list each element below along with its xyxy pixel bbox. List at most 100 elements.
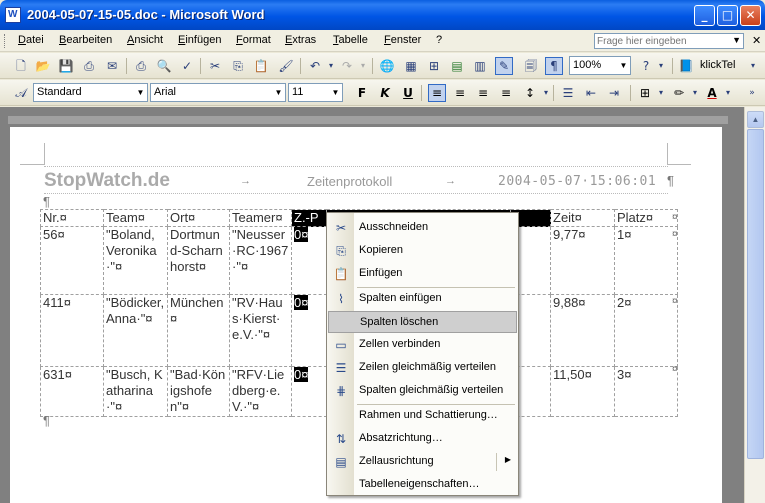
table-cell[interactable]: 411¤: [40, 294, 104, 367]
redo-dropdown-icon[interactable]: ▾: [354, 57, 372, 75]
style-combo[interactable]: Standard ▼: [33, 83, 148, 102]
table-cell[interactable]: 9,77¤: [550, 226, 615, 295]
document-close-button[interactable]: ✕: [752, 34, 761, 47]
scroll-up-icon[interactable]: ▲: [747, 111, 764, 128]
save-icon[interactable]: 💾: [57, 57, 75, 75]
menu-item-tabelleneigenschaften[interactable]: Tabelleneigenschaften…: [328, 474, 517, 496]
zoom-combo[interactable]: 100% ▼: [569, 56, 631, 75]
table-cell[interactable]: 56¤: [40, 226, 104, 295]
print-icon[interactable]: ⎙: [132, 57, 150, 75]
menu-item-spalten-verteilen[interactable]: ⋕ Spalten gleichmäßig verteilen: [328, 380, 517, 402]
spelling-icon[interactable]: ✓: [178, 57, 196, 75]
table-cell[interactable]: 9,88¤: [550, 294, 615, 367]
table-cell[interactable]: "Neusser·RC·1967·"¤: [229, 226, 292, 295]
selected-cell[interactable]: 0¤: [291, 366, 327, 417]
document-map-icon[interactable]: 🗐: [522, 57, 540, 75]
hyperlink-icon[interactable]: 🌐: [378, 57, 396, 75]
menu-ansicht[interactable]: Ansicht: [127, 34, 163, 46]
menu-datei[interactable]: Datei: [18, 34, 44, 46]
minimize-button[interactable]: _: [694, 5, 715, 26]
table-cell[interactable]: Team¤: [103, 209, 168, 227]
scroll-thumb[interactable]: [747, 129, 764, 459]
copy-icon[interactable]: ⎘: [229, 57, 247, 75]
table-cell[interactable]: Teamer¤: [229, 209, 292, 227]
menu-item-zeilen-verteilen[interactable]: ☰ Zeilen gleichmäßig verteilen: [328, 357, 517, 379]
font-combo[interactable]: Arial ▼: [150, 83, 286, 102]
insert-table-icon[interactable]: ⊞: [425, 57, 443, 75]
menu-item-rahmen-schattierung[interactable]: Rahmen und Schattierung…: [328, 405, 517, 427]
table-cell[interactable]: "Bödicker, Anna·"¤: [103, 294, 168, 367]
help-dropdown-icon[interactable]: ▼: [732, 35, 741, 45]
font-size-combo[interactable]: 11 ▼: [288, 83, 343, 102]
menu-tabelle[interactable]: Tabelle: [333, 34, 368, 46]
styles-pane-icon[interactable]: 𝒜: [12, 84, 30, 102]
columns-icon[interactable]: ▥: [471, 57, 489, 75]
align-left-icon[interactable]: ≡: [428, 84, 446, 102]
tables-borders-icon[interactable]: ▦: [402, 57, 420, 75]
print-preview-icon[interactable]: 🔍: [155, 57, 173, 75]
table-cell[interactable]: "Bad·Königshofen"¤: [167, 366, 230, 417]
help-dropdown-icon[interactable]: ▾: [652, 57, 670, 75]
menu-item-zellen-verbinden[interactable]: ▭ Zellen verbinden: [328, 334, 517, 356]
menu-item-spalten-einfuegen[interactable]: ⌇ Spalten einfügen: [328, 288, 517, 310]
open-icon[interactable]: 📂: [34, 57, 52, 75]
bold-button[interactable]: F: [353, 84, 371, 102]
chevron-down-icon[interactable]: ▼: [329, 84, 342, 101]
selected-cell[interactable]: Z.-P: [291, 209, 327, 227]
increase-indent-icon[interactable]: ⇥: [605, 84, 623, 102]
table-cell[interactable]: 11,50¤: [550, 366, 615, 417]
menu-item-kopieren[interactable]: ⎘ Kopieren: [328, 240, 517, 262]
show-formatting-icon[interactable]: ¶: [545, 57, 563, 75]
font-color-dropdown-icon[interactable]: ▾: [719, 84, 737, 102]
table-cell[interactable]: Nr.¤: [40, 209, 104, 227]
vertical-scrollbar[interactable]: ▲: [744, 107, 765, 503]
table-cell[interactable]: 2¤: [614, 294, 678, 367]
menu-format[interactable]: Format: [236, 34, 271, 46]
menu-extras[interactable]: Extras: [285, 34, 316, 46]
format-painter-icon[interactable]: 🖌: [277, 57, 295, 75]
klicktel-icon[interactable]: 📘: [677, 57, 695, 75]
insert-excel-icon[interactable]: ▤: [448, 57, 466, 75]
chevron-down-icon[interactable]: ▼: [134, 84, 147, 101]
chevron-down-icon[interactable]: ▼: [617, 57, 630, 74]
menu-grip[interactable]: [4, 34, 7, 48]
new-icon[interactable]: 🗋: [12, 57, 30, 75]
klicktel-dropdown-icon[interactable]: ▾: [744, 57, 762, 75]
table-cell[interactable]: "RFV·Liedberg·e.V.·"¤: [229, 366, 292, 417]
justify-icon[interactable]: ≡: [497, 84, 515, 102]
permission-icon[interactable]: ⎙: [80, 57, 98, 75]
word-app-icon[interactable]: W: [5, 7, 21, 23]
menu-bearbeiten[interactable]: Bearbeiten: [59, 34, 112, 46]
maximize-button[interactable]: □: [717, 5, 738, 26]
table-cell[interactable]: München¤: [167, 294, 230, 367]
selected-cell[interactable]: 0¤: [291, 226, 327, 295]
table-cell[interactable]: Dortmund-Scharnhorst¤: [167, 226, 230, 295]
menu-item-einfuegen[interactable]: 📋 Einfügen: [328, 263, 517, 285]
table-cell[interactable]: Platz¤: [614, 209, 678, 227]
klicktel-label[interactable]: klickTel: [700, 59, 735, 71]
help-search-box[interactable]: ▼: [594, 33, 744, 49]
align-right-icon[interactable]: ≡: [474, 84, 492, 102]
menu-item-absatzrichtung[interactable]: ⇅ Absatzrichtung…: [328, 428, 517, 450]
menu-item-spalten-loeschen[interactable]: Spalten löschen: [328, 311, 517, 333]
numbering-icon[interactable]: ☰: [559, 84, 577, 102]
email-icon[interactable]: ✉: [103, 57, 121, 75]
menu-item-zellausrichtung[interactable]: ▤ Zellausrichtung ▶: [328, 451, 517, 473]
table-cell[interactable]: "Boland, Veronika·"¤: [103, 226, 168, 295]
selected-cell[interactable]: 0¤: [291, 294, 327, 367]
borders-dropdown-icon[interactable]: ▾: [652, 84, 670, 102]
table-cell[interactable]: 631¤: [40, 366, 104, 417]
menu-fenster[interactable]: Fenster: [384, 34, 421, 46]
menu-item-ausschneiden[interactable]: ✂ Ausschneiden: [328, 217, 517, 239]
highlight-dropdown-icon[interactable]: ▾: [686, 84, 704, 102]
table-cell[interactable]: Ort¤: [167, 209, 230, 227]
decrease-indent-icon[interactable]: ⇤: [582, 84, 600, 102]
menu-einfuegen[interactable]: Einfügen: [178, 34, 221, 46]
italic-button[interactable]: K: [376, 84, 394, 102]
submenu-arrow-icon[interactable]: ▶: [505, 455, 511, 464]
chevron-down-icon[interactable]: ▼: [272, 84, 285, 101]
cut-icon[interactable]: ✂: [206, 57, 224, 75]
paste-icon[interactable]: 📋: [252, 57, 270, 75]
menu-help[interactable]: ?: [436, 34, 442, 46]
help-search-input[interactable]: [597, 35, 725, 48]
